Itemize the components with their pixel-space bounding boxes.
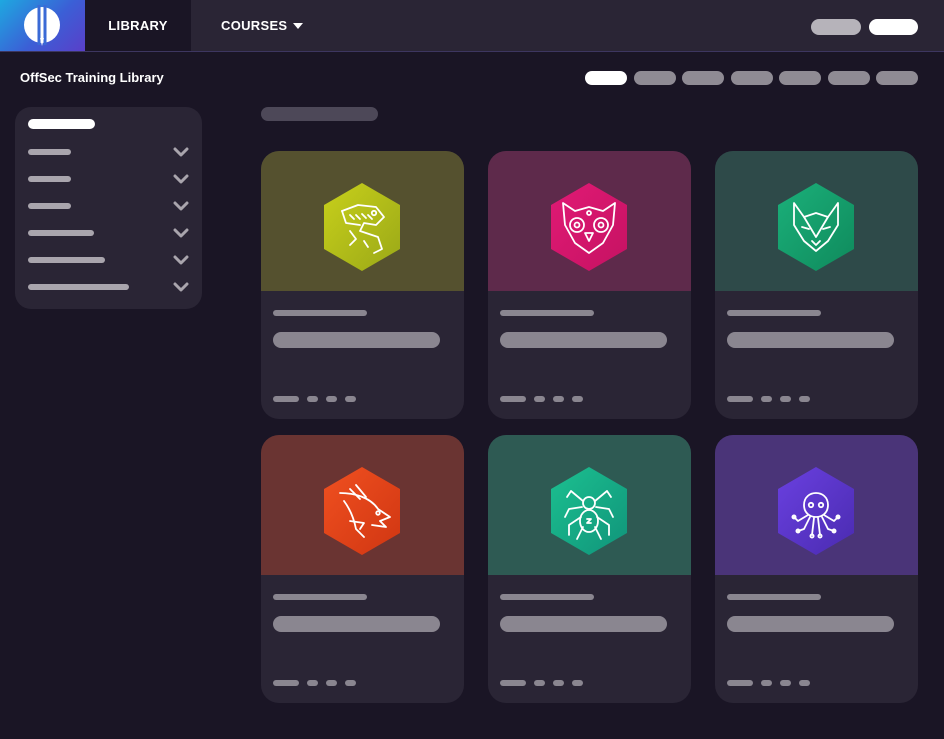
nav-tab-library[interactable]: LIBRARY <box>85 0 191 51</box>
card-meta-placeholder <box>273 396 356 402</box>
section-heading-placeholder <box>261 107 378 121</box>
dragon-icon <box>324 467 400 555</box>
filter-pill[interactable] <box>682 71 724 85</box>
card-banner <box>488 151 691 291</box>
card-title-placeholder <box>273 332 440 348</box>
card-title-placeholder <box>727 616 894 632</box>
card-title-placeholder <box>727 332 894 348</box>
offsec-logo[interactable] <box>0 0 85 51</box>
course-card-spider[interactable] <box>488 435 691 703</box>
card-subtitle-placeholder <box>500 594 594 600</box>
card-title-placeholder <box>500 332 667 348</box>
card-banner <box>715 435 918 575</box>
nav-library-label: LIBRARY <box>108 18 168 33</box>
filter-pill[interactable] <box>634 71 676 85</box>
chevron-down-icon[interactable] <box>173 174 189 184</box>
course-card-fox[interactable] <box>715 151 918 419</box>
sidebar-filter-item[interactable] <box>28 176 71 182</box>
nav-courses-dropdown[interactable]: COURSES <box>205 0 331 51</box>
sidebar-filter-item[interactable] <box>28 257 105 263</box>
sidebar-filter-item[interactable] <box>28 284 129 290</box>
card-meta-placeholder <box>727 680 810 686</box>
nav-courses-label: COURSES <box>221 18 288 33</box>
card-banner <box>261 151 464 291</box>
sidebar-filter-item[interactable] <box>28 203 71 209</box>
filter-pill-active[interactable] <box>585 71 627 85</box>
spider-icon <box>551 467 627 555</box>
card-meta-placeholder <box>500 680 583 686</box>
chevron-down-icon[interactable] <box>173 147 189 157</box>
chevron-down-icon[interactable] <box>173 201 189 211</box>
sidebar-heading <box>28 119 95 129</box>
octopus-icon <box>778 467 854 555</box>
card-subtitle-placeholder <box>273 594 367 600</box>
card-subtitle-placeholder <box>727 310 821 316</box>
owl-icon <box>551 183 627 271</box>
chevron-down-icon[interactable] <box>173 282 189 292</box>
card-meta-placeholder <box>500 396 583 402</box>
caret-down-icon <box>293 22 304 29</box>
top-navigation-bar: LIBRARY COURSES <box>0 0 944 52</box>
card-meta-placeholder <box>727 396 810 402</box>
course-card-dragon[interactable] <box>261 435 464 703</box>
filter-pill[interactable] <box>731 71 773 85</box>
course-card-octopus[interactable] <box>715 435 918 703</box>
filter-sidebar <box>15 107 202 309</box>
card-subtitle-placeholder <box>727 594 821 600</box>
viper-icon <box>324 183 400 271</box>
page-title: OffSec Training Library <box>20 70 164 85</box>
card-title-placeholder <box>273 616 440 632</box>
offsec-logo-icon <box>24 5 60 46</box>
card-meta-placeholder <box>273 680 356 686</box>
fox-icon <box>778 183 854 271</box>
card-title-placeholder <box>500 616 667 632</box>
card-banner <box>261 435 464 575</box>
filter-pill[interactable] <box>876 71 918 85</box>
course-card-owl[interactable] <box>488 151 691 419</box>
header-secondary-button[interactable] <box>811 19 861 35</box>
sidebar-filter-item[interactable] <box>28 230 94 236</box>
header-primary-button[interactable] <box>869 19 918 35</box>
card-banner <box>715 151 918 291</box>
course-card-viper[interactable] <box>261 151 464 419</box>
filter-pill[interactable] <box>828 71 870 85</box>
filter-pill[interactable] <box>779 71 821 85</box>
card-banner <box>488 435 691 575</box>
chevron-down-icon[interactable] <box>173 255 189 265</box>
sidebar-filter-item[interactable] <box>28 149 71 155</box>
chevron-down-icon[interactable] <box>173 228 189 238</box>
card-subtitle-placeholder <box>500 310 594 316</box>
card-subtitle-placeholder <box>273 310 367 316</box>
